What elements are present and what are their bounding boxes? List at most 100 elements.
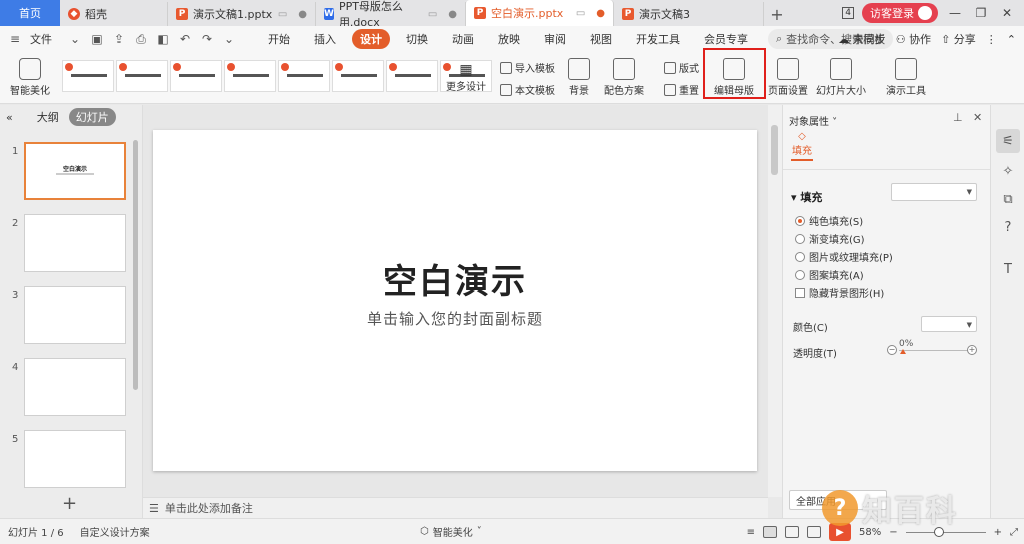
tab-docx[interactable]: W PPT母版怎么用.docx ▭ ● [316, 0, 466, 29]
template-thumb[interactable] [386, 60, 438, 92]
menu-animation[interactable]: 动画 [444, 29, 482, 49]
notes-toggle-icon[interactable]: ≡ [747, 527, 755, 538]
more-icon[interactable]: ⋮ [986, 33, 997, 46]
zoom-slider[interactable] [905, 526, 986, 537]
radio-pattern[interactable] [795, 269, 805, 280]
slide-thumb-row[interactable]: 5 [0, 430, 135, 490]
tab-pptx3[interactable]: P 演示文稿3 [614, 2, 764, 26]
menu-view[interactable]: 视图 [582, 29, 620, 49]
panel-title[interactable]: 对象属性 ˅ [789, 113, 837, 128]
fill-section-title[interactable]: ▾ 填充 [791, 189, 822, 205]
visitor-login-button[interactable]: 访客登录 [862, 3, 938, 23]
redo-icon[interactable]: ↷ [200, 32, 214, 46]
transform-icon[interactable]: ⧉ [996, 187, 1020, 211]
slide-size-button[interactable]: 幻灯片大小 [816, 58, 866, 97]
slide-thumbnail[interactable]: 空白演示 [24, 142, 126, 200]
tab-fill[interactable]: ◇ 填充 [791, 131, 813, 161]
radio-solid[interactable] [795, 215, 805, 226]
collapse-ribbon-icon[interactable]: ⌃ [1007, 33, 1016, 46]
option-hide-bg-graphics[interactable]: 隐藏背景图形(H) [795, 285, 884, 300]
add-slide-button[interactable]: + [62, 493, 77, 514]
slide-thumb-row[interactable]: 1 空白演示 [0, 142, 135, 202]
home-tab[interactable]: 首页 [0, 0, 60, 26]
tab-pptx1[interactable]: P 演示文稿1.pptx ▭ ● [168, 2, 316, 26]
transparency-slider[interactable] [899, 350, 969, 351]
menu-transition[interactable]: 切换 [398, 29, 436, 49]
slide-thumb-row[interactable]: 3 [0, 286, 135, 346]
chevron-down-icon[interactable]: ⌄ [222, 32, 236, 46]
current-slide[interactable]: 空白演示 单击输入您的封面副标题 [153, 130, 757, 471]
template-thumb[interactable] [116, 60, 168, 92]
slide-thumb-row[interactable]: 4 [0, 358, 135, 418]
smart-beautify-status-button[interactable]: ⬡ 智能美化 ˅ [420, 524, 482, 539]
color-dropdown[interactable]: ▼ [921, 316, 977, 332]
radio-picture[interactable] [795, 251, 805, 262]
text-template-button[interactable]: 本文模板 [500, 82, 555, 97]
slide-subtitle[interactable]: 单击输入您的封面副标题 [153, 308, 757, 329]
new-tab-button[interactable]: + [764, 2, 790, 26]
menu-member[interactable]: 会员专享 [696, 29, 756, 49]
pin-icon[interactable]: ⊥ [953, 111, 963, 124]
collab-button[interactable]: ⚇ 协作 [896, 31, 931, 47]
increase-icon[interactable]: + [967, 345, 977, 355]
zoom-in-icon[interactable]: + [994, 527, 1002, 538]
collapse-panel-icon[interactable]: « [6, 111, 13, 124]
undo-icon[interactable]: ↶ [178, 32, 192, 46]
slide-thumbnail[interactable] [24, 286, 126, 344]
decrease-icon[interactable]: − [887, 345, 897, 355]
tab-blank-pptx[interactable]: P 空白演示.pptx ▭ ● [466, 0, 614, 26]
canvas-scrollbar[interactable] [768, 105, 782, 497]
menu-start[interactable]: 开始 [260, 29, 298, 49]
template-thumb[interactable] [170, 60, 222, 92]
pin-tool-icon[interactable]: ✧ [996, 159, 1020, 183]
checkbox-hide-bg[interactable] [795, 287, 805, 298]
properties-icon[interactable]: ⚟ [996, 129, 1020, 153]
normal-view-icon[interactable] [762, 526, 777, 538]
smart-beautify-button[interactable]: 智能美化 [10, 58, 50, 97]
option-gradient-fill[interactable]: 渐变填充(G) [795, 231, 865, 246]
slide-title[interactable]: 空白演示 [153, 254, 757, 303]
sorter-view-icon[interactable] [784, 526, 799, 538]
radio-gradient[interactable] [795, 233, 805, 244]
scroll-thumb[interactable] [771, 125, 778, 175]
restore-icon[interactable]: ❐ [972, 6, 990, 20]
reset-button[interactable]: 重置 [664, 82, 699, 97]
tab-daoke[interactable]: ◆ 稻壳 [60, 2, 168, 26]
option-solid-fill[interactable]: 纯色填充(S) [795, 213, 863, 228]
chevron-down-icon[interactable]: ⌄ [68, 32, 82, 46]
tab-outline[interactable]: 大纲 [37, 109, 59, 125]
layout-button[interactable]: 版式 [664, 60, 699, 75]
color-scheme-button[interactable]: 配色方案 [604, 58, 644, 97]
menu-developer[interactable]: 开发工具 [628, 29, 688, 49]
menu-slideshow[interactable]: 放映 [490, 29, 528, 49]
page-setup-button[interactable]: 页面设置 [768, 58, 808, 97]
tab-dot-icon[interactable]: ● [596, 8, 605, 19]
save-icon[interactable]: ▣ [90, 32, 104, 46]
menu-design[interactable]: 设计 [352, 29, 390, 49]
text-tool-icon[interactable]: T [996, 257, 1020, 281]
import-template-button[interactable]: 导入模板 [500, 60, 555, 75]
slider-knob[interactable] [900, 349, 906, 354]
background-button[interactable]: 背景 [568, 58, 590, 97]
slide-thumbnail[interactable] [24, 430, 126, 488]
tab-slides[interactable]: 幻灯片 [68, 108, 116, 126]
tab-dot-icon[interactable]: ● [298, 9, 307, 20]
template-thumb[interactable] [224, 60, 276, 92]
slide-thumbnail[interactable] [24, 214, 126, 272]
tab-dot-icon[interactable]: ● [448, 9, 457, 20]
window-count-badge[interactable]: 4 [842, 7, 854, 19]
close-icon[interactable]: ✕ [973, 111, 982, 124]
close-icon[interactable]: ✕ [998, 6, 1016, 20]
help-icon[interactable]: ? [996, 215, 1020, 239]
preview-icon[interactable]: ◧ [156, 32, 170, 46]
option-picture-fill[interactable]: 图片或纹理填充(P) [795, 249, 893, 264]
share-button[interactable]: ⇧ 分享 [941, 31, 976, 47]
hamburger-icon[interactable]: ≡ [8, 32, 22, 46]
more-design-button[interactable]: ▦ 更多设计 [446, 62, 486, 93]
slide-thumbnail[interactable] [24, 358, 126, 416]
template-thumb[interactable] [62, 60, 114, 92]
minimize-icon[interactable]: — [946, 6, 964, 20]
slide-thumb-row[interactable]: 2 [0, 214, 135, 274]
sync-status[interactable]: ☁ 未同步 [838, 31, 886, 47]
export-icon[interactable]: ⇪ [112, 32, 126, 46]
